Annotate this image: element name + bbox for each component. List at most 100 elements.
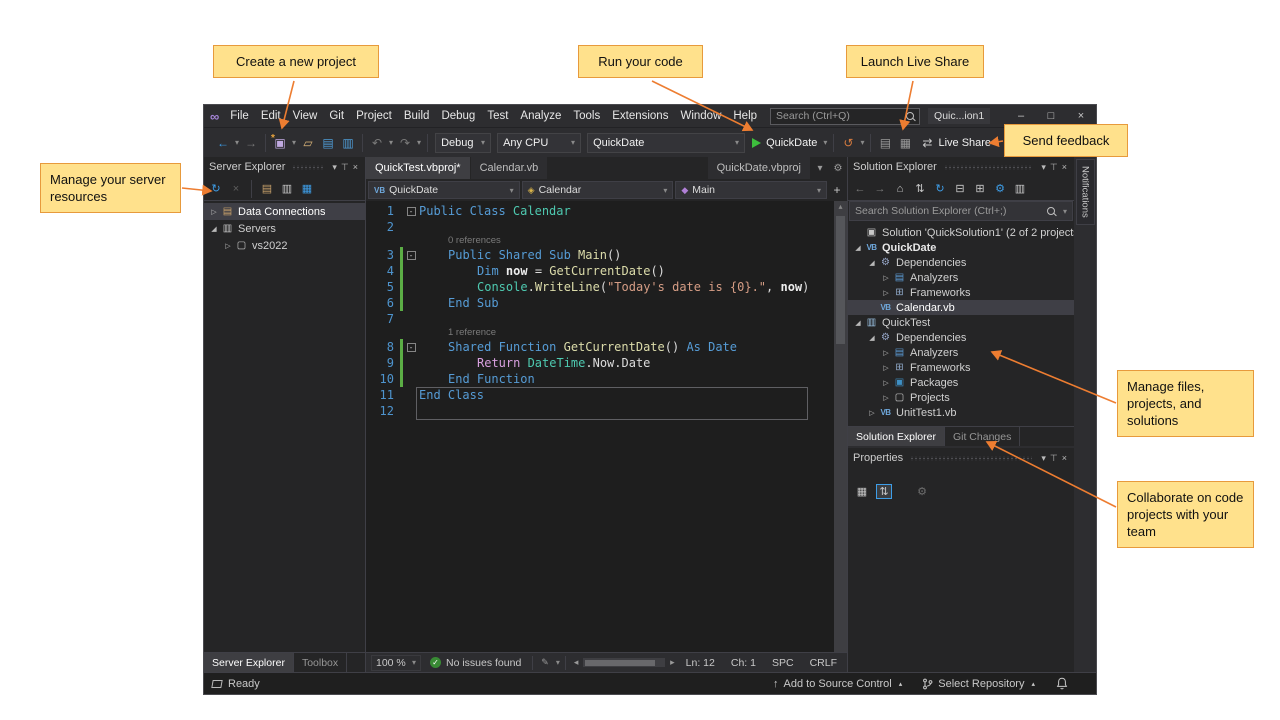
code-line-3[interactable]: 3-Public Shared Sub Main(): [366, 247, 847, 263]
code-line-2[interactable]: 2: [366, 219, 847, 235]
tree-item-dependencies[interactable]: ◢⚙Dependencies: [848, 255, 1074, 270]
close-icon[interactable]: ×: [1060, 453, 1069, 463]
code-line-8[interactable]: 8-Shared Function GetCurrentDate() As Da…: [366, 339, 847, 355]
tree-item-servers[interactable]: ◢▥Servers: [204, 220, 365, 237]
horizontal-scrollbar[interactable]: [583, 658, 665, 667]
tree-item-packages[interactable]: ▷▣Packages: [848, 375, 1074, 390]
expand-icon[interactable]: ▷: [866, 409, 878, 417]
document-tab-quicktest-vbproj[interactable]: QuickTest.vbproj*: [366, 157, 470, 179]
line-indicator[interactable]: Ln: 12: [678, 657, 723, 669]
expand-icon[interactable]: ▷: [880, 289, 892, 297]
menu-view[interactable]: View: [287, 105, 324, 127]
tree-item-analyzers[interactable]: ▷▤Analyzers: [848, 345, 1074, 360]
navigate-back-icon[interactable]: ←: [852, 183, 868, 195]
solution-configurations-dropdown[interactable]: Debug▾: [435, 133, 491, 153]
menu-file[interactable]: File: [224, 105, 255, 127]
window-position-icon[interactable]: ▾: [330, 162, 339, 172]
live-share-icon[interactable]: ⇄: [918, 136, 936, 150]
chevron-down-icon[interactable]: ▾: [235, 138, 239, 147]
solution-explorer-search-input[interactable]: Search Solution Explorer (Ctrl+;) ▾: [849, 201, 1073, 221]
tree-item-solution-quicksolution1-2-of-2-projects[interactable]: ▣Solution 'QuickSolution1' (2 of 2 proje…: [848, 225, 1074, 240]
code-line-6[interactable]: 6End Sub: [366, 295, 847, 311]
pin-icon[interactable]: ⊤: [1048, 453, 1060, 463]
menu-help[interactable]: Help: [727, 105, 763, 127]
refresh-icon[interactable]: ↻: [932, 182, 948, 195]
chevron-down-icon[interactable]: ▾: [823, 138, 827, 147]
menu-debug[interactable]: Debug: [435, 105, 481, 127]
chevron-down-icon[interactable]: ▾: [292, 138, 296, 147]
connect-database-icon[interactable]: ▤: [259, 182, 275, 195]
chevron-down-icon[interactable]: ▾: [556, 658, 560, 667]
code-reference-label[interactable]: 1 reference: [366, 327, 847, 339]
tree-item-dependencies[interactable]: ◢⚙Dependencies: [848, 330, 1074, 345]
tree-item-unittest1-vb[interactable]: ▷VBUnitTest1.vb: [848, 405, 1074, 420]
scroll-right-icon[interactable]: ▸: [667, 657, 678, 668]
refresh-icon[interactable]: ↻: [208, 182, 224, 195]
chevron-down-icon[interactable]: ▾: [389, 138, 393, 147]
redo-icon[interactable]: ↷: [396, 136, 414, 150]
tree-item-analyzers[interactable]: ▷▤Analyzers: [848, 270, 1074, 285]
code-line-10[interactable]: 10End Function: [366, 371, 847, 387]
code-line-4[interactable]: 4Dim now = GetCurrentDate(): [366, 263, 847, 279]
collapse-icon[interactable]: ◢: [208, 225, 220, 233]
code-line-1[interactable]: 1-Public Class Calendar: [366, 203, 847, 219]
switch-views-icon[interactable]: ⇅: [912, 182, 928, 195]
expand-icon[interactable]: ▷: [222, 242, 234, 250]
azure-subscriptions-icon[interactable]: ▦: [299, 182, 315, 195]
code-line-9[interactable]: 9Return DateTime.Now.Date: [366, 355, 847, 371]
expand-icon[interactable]: ▷: [880, 349, 892, 357]
navigate-back-icon[interactable]: ←: [214, 136, 232, 150]
code-line-5[interactable]: 5Console.WriteLine("Today's date is {0}.…: [366, 279, 847, 295]
collapse-icon[interactable]: ◢: [866, 334, 878, 342]
expand-icon[interactable]: ▷: [880, 394, 892, 402]
vertical-scrollbar[interactable]: ▴: [834, 201, 847, 652]
panel-tab-server-explorer[interactable]: Server Explorer: [204, 653, 294, 672]
expand-icon[interactable]: ▷: [880, 379, 892, 387]
pin-icon[interactable]: ⊤: [339, 162, 351, 172]
menu-tools[interactable]: Tools: [567, 105, 606, 127]
open-file-icon[interactable]: ▱: [299, 136, 317, 150]
collapse-all-icon[interactable]: ⊟: [952, 182, 968, 195]
panel-tab-solution-explorer[interactable]: Solution Explorer: [848, 427, 945, 446]
scrollbar-thumb[interactable]: [836, 216, 845, 344]
pin-icon[interactable]: ⊤: [1048, 162, 1060, 172]
column-indicator[interactable]: Ch: 1: [723, 657, 764, 669]
scrollbar-thumb[interactable]: [585, 660, 655, 666]
code-line-12[interactable]: 12: [366, 403, 847, 419]
tree-item-frameworks[interactable]: ▷⊞Frameworks: [848, 360, 1074, 375]
connect-server-icon[interactable]: ▥: [279, 182, 295, 195]
new-project-icon[interactable]: ▣: [271, 136, 289, 150]
window-position-icon[interactable]: ▾: [1039, 162, 1048, 172]
startup-projects-dropdown[interactable]: QuickDate▾: [587, 133, 745, 153]
tree-item-data-connections[interactable]: ▷▤Data Connections: [204, 203, 365, 220]
code-health-indicator[interactable]: ✓ No issues found: [430, 657, 521, 669]
start-debugging-button[interactable]: QuickDate: [752, 137, 817, 149]
window-position-icon[interactable]: ▾: [1039, 453, 1048, 463]
navbar-quickdate-dropdown[interactable]: VBQuickDate▾: [368, 181, 520, 199]
scroll-up-icon[interactable]: ▴: [838, 201, 842, 213]
panel-tab-git-changes[interactable]: Git Changes: [945, 427, 1020, 446]
fold-collapse-icon[interactable]: -: [403, 247, 419, 263]
split-editor-icon[interactable]: +: [829, 183, 845, 197]
notifications-bell-icon[interactable]: [1056, 677, 1068, 690]
scroll-left-icon[interactable]: ◂: [571, 657, 582, 668]
preview-selected-icon[interactable]: ▥: [1012, 182, 1028, 195]
save-icon[interactable]: ▤: [319, 136, 337, 150]
expand-icon[interactable]: ▷: [880, 274, 892, 282]
expand-icon[interactable]: ▷: [880, 364, 892, 372]
navbar-calendar-dropdown[interactable]: ◈Calendar▾: [522, 181, 674, 199]
command-window-icon[interactable]: ▦: [896, 136, 914, 150]
chevron-down-icon[interactable]: ▾: [417, 138, 421, 147]
fold-collapse-icon[interactable]: -: [403, 339, 419, 355]
chevron-down-icon[interactable]: ▾: [860, 138, 864, 147]
live-share-label[interactable]: Live Share: [938, 137, 991, 149]
menu-project[interactable]: Project: [350, 105, 398, 127]
save-all-icon[interactable]: ▥: [339, 136, 357, 150]
stop-refresh-icon[interactable]: ×: [228, 183, 244, 195]
tree-item-frameworks[interactable]: ▷⊞Frameworks: [848, 285, 1074, 300]
add-to-source-control-button[interactable]: ↑ Add to Source Control ▴: [766, 678, 909, 690]
fold-collapse-icon[interactable]: -: [403, 203, 419, 219]
menu-test[interactable]: Test: [481, 105, 514, 127]
code-cleanup-icon[interactable]: ✎: [538, 657, 552, 668]
active-documents-icon[interactable]: ▾: [811, 157, 829, 179]
